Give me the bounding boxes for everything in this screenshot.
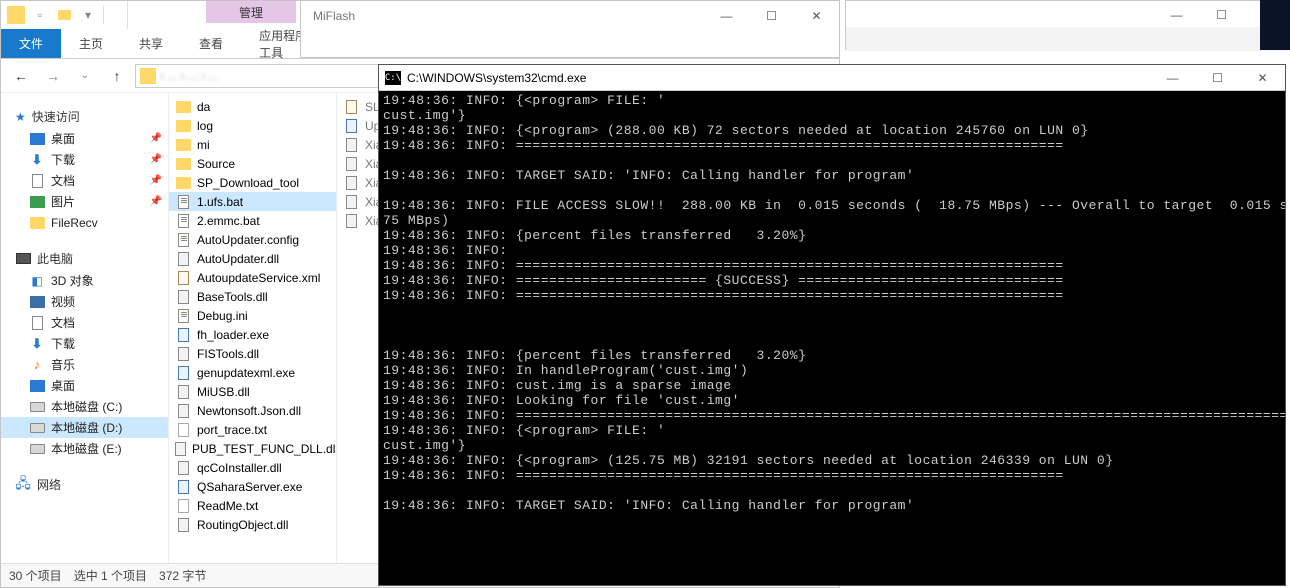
nav-desktop[interactable]: 桌面📌 [1,128,168,149]
file-item[interactable]: Debug.ini [169,306,336,325]
cmd-minimize-button[interactable]: — [1150,66,1195,90]
network-icon: 🖧 [15,477,31,493]
background-window: — ☐ ✕ [845,0,1290,50]
this-pc-label: 此电脑 [37,250,73,267]
nav-music[interactable]: ♪音乐 [1,354,168,375]
folder-icon [7,6,25,24]
network-label: 网络 [37,476,61,493]
status-selected: 选中 1 个项目 [74,567,147,584]
nav-videos[interactable]: 视频 [1,291,168,312]
navigation-pane: ★ 快速访问 桌面📌 ⬇下载📌 文档📌 图片📌 FileRecv 此电脑 ◧3D… [1,93,169,563]
cmd-icon: C:\ [385,71,401,85]
cmd-titlebar[interactable]: C:\ C:\WINDOWS\system32\cmd.exe — ☐ ✕ [379,65,1285,91]
download-icon: ⬇ [29,336,45,352]
tab-file[interactable]: 文件 [1,29,61,58]
file-item[interactable]: fh_loader.exe [169,325,336,344]
pin-icon: 📌 [150,154,162,165]
bg-minimize-button[interactable]: — [1154,1,1199,29]
nav-back-button[interactable]: ← [7,62,35,90]
miflash-title-text: MiFlash [313,9,355,23]
tab-share[interactable]: 共享 [121,29,181,58]
qat-overflow[interactable]: ▾ [79,6,97,24]
file-item[interactable]: PUB_TEST_FUNC_DLL.dll [169,439,336,458]
nav-documents2[interactable]: 文档 [1,312,168,333]
star-icon: ★ [15,110,26,124]
qat-item[interactable] [55,6,73,24]
tab-view[interactable]: 查看 [181,29,241,58]
nav-drive-c[interactable]: 本地磁盘 (C:) [1,396,168,417]
file-item[interactable]: FISTools.dll [169,344,336,363]
quick-access-label: 快速访问 [32,108,80,125]
context-tab-header: 管理 [206,1,296,23]
file-list-column-1: dalogmiSourceSP_Download_tool1.ufs.bat2.… [169,93,337,563]
nav-desktop2[interactable]: 桌面 [1,375,168,396]
file-item[interactable]: 1.ufs.bat [169,192,336,211]
cmd-close-button[interactable]: ✕ [1240,66,1285,90]
file-item[interactable]: 2.emmc.bat [169,211,336,230]
file-item[interactable]: AutoUpdater.dll [169,249,336,268]
miflash-close-button[interactable]: ✕ [794,2,839,30]
nav-pictures[interactable]: 图片📌 [1,191,168,212]
file-item[interactable]: MiUSB.dll [169,382,336,401]
quick-access-header[interactable]: ★ 快速访问 [1,105,168,128]
nav-downloads2[interactable]: ⬇下载 [1,333,168,354]
file-item[interactable]: BaseTools.dll [169,287,336,306]
file-item[interactable]: mi [169,135,336,154]
miflash-maximize-button[interactable]: ☐ [749,2,794,30]
file-item[interactable]: da [169,97,336,116]
status-count: 30 个项目 [9,567,62,584]
bg-maximize-button[interactable]: ☐ [1199,1,1244,29]
cmd-window: C:\ C:\WINDOWS\system32\cmd.exe — ☐ ✕ 19… [378,64,1286,586]
music-icon: ♪ [29,357,45,373]
nav-downloads[interactable]: ⬇下载📌 [1,149,168,170]
miflash-window: MiFlash — ☐ ✕ [300,0,840,58]
file-item[interactable]: QSaharaServer.exe [169,477,336,496]
tab-home[interactable]: 主页 [61,29,121,58]
pin-icon: 📌 [150,196,162,207]
nav-history-button[interactable]: ⌄ [71,62,99,90]
nav-filerecv[interactable]: FileRecv [1,212,168,233]
download-icon: ⬇ [29,152,45,168]
nav-documents[interactable]: 文档📌 [1,170,168,191]
cmd-maximize-button[interactable]: ☐ [1195,66,1240,90]
nav-up-button[interactable]: ↑ [103,62,131,90]
cmd-title-text: C:\WINDOWS\system32\cmd.exe [407,71,586,85]
file-item[interactable]: log [169,116,336,135]
this-pc-header[interactable]: 此电脑 [1,247,168,270]
pin-icon: 📌 [150,133,162,144]
cube-icon: ◧ [29,273,45,289]
file-item[interactable]: genupdatexml.exe [169,363,336,382]
network-header[interactable]: 🖧 网络 [1,473,168,496]
nav-forward-button[interactable]: → [39,62,67,90]
cmd-output[interactable]: 19:48:36: INFO: {<program> FILE: ' \imag… [379,91,1285,585]
status-size: 372 字节 [159,567,206,584]
file-item[interactable]: Source [169,154,336,173]
file-item[interactable]: Newtonsoft.Json.dll [169,401,336,420]
folder-icon [140,68,156,84]
nav-drive-d[interactable]: 本地磁盘 (D:) [1,417,168,438]
nav-drive-e[interactable]: 本地磁盘 (E:) [1,438,168,459]
address-path: › ... › ... › ... [160,69,219,83]
pin-icon: 📌 [150,175,162,186]
file-item[interactable]: AutoUpdater.config [169,230,336,249]
file-item[interactable]: AutoupdateService.xml [169,268,336,287]
background-dark-strip [1260,0,1290,50]
qat-item[interactable]: ▫ [31,6,49,24]
file-item[interactable]: SP_Download_tool [169,173,336,192]
file-item[interactable]: port_trace.txt [169,420,336,439]
miflash-minimize-button[interactable]: — [704,2,749,30]
file-item[interactable]: RoutingObject.dll [169,515,336,534]
nav-3dobjects[interactable]: ◧3D 对象 [1,270,168,291]
file-item[interactable]: ReadMe.txt [169,496,336,515]
file-item[interactable]: qcCoInstaller.dll [169,458,336,477]
